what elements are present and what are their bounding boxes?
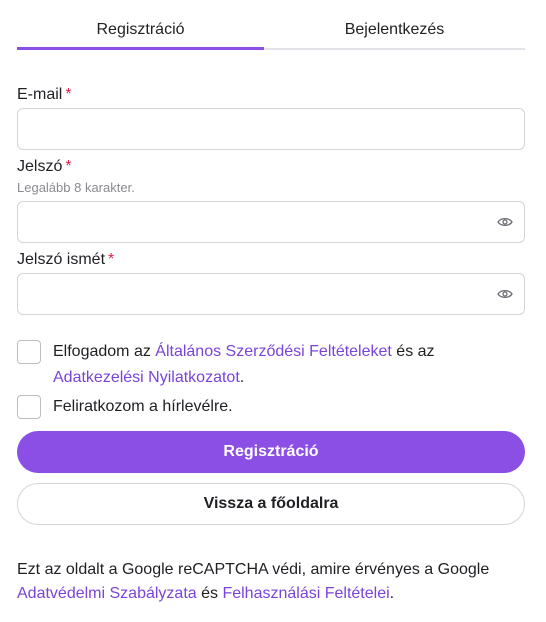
register-button[interactable]: Regisztráció [17, 431, 525, 473]
password-hint: Legalább 8 karakter. [17, 180, 135, 195]
terms-consent-text: Elfogadom az Általános Szerződési Feltét… [53, 339, 523, 391]
newsletter-checkbox[interactable] [17, 395, 41, 419]
eye-icon[interactable] [497, 289, 513, 299]
newsletter-label: Feliratkozom a hírlevélre. [53, 398, 233, 415]
terms-prefix: Elfogadom az [53, 343, 156, 360]
password-confirm-label-text: Jelszó ismét [17, 251, 106, 268]
google-terms-link[interactable]: Felhasználási Feltételei [222, 585, 389, 602]
password-confirm-field[interactable] [17, 273, 525, 315]
tab-login[interactable]: Bejelentkezés [264, 13, 525, 48]
email-label: E-mail * [17, 86, 72, 104]
eye-icon[interactable] [497, 217, 513, 227]
back-home-button[interactable]: Vissza a főoldalra [17, 483, 525, 525]
recaptcha-middle: és [196, 585, 223, 602]
privacy-link[interactable]: Adatkezelési Nyilatkozatot [53, 369, 240, 386]
password-label-text: Jelszó [17, 158, 63, 175]
auth-tabs: Regisztráció Bejelentkezés [17, 13, 525, 50]
required-mark: * [65, 158, 72, 175]
tab-register[interactable]: Regisztráció [17, 13, 264, 50]
terms-link[interactable]: Általános Szerződési Feltételeket [155, 343, 392, 360]
email-field[interactable] [17, 108, 525, 150]
terms-checkbox[interactable] [17, 340, 41, 364]
terms-middle: és az [391, 343, 435, 360]
password-field[interactable] [17, 201, 525, 243]
password-confirm-label: Jelszó ismét * [17, 251, 114, 269]
required-mark: * [65, 86, 72, 103]
terms-suffix: . [239, 369, 245, 386]
recaptcha-suffix: . [389, 585, 395, 602]
recaptcha-notice: Ezt az oldalt a Google reCAPTCHA védi, a… [17, 558, 527, 606]
required-mark: * [108, 251, 115, 268]
password-label: Jelszó * [17, 158, 72, 176]
recaptcha-prefix: Ezt az oldalt a Google reCAPTCHA védi, a… [17, 561, 490, 578]
google-privacy-link[interactable]: Adatvédelmi Szabályzata [17, 585, 197, 602]
email-label-text: E-mail [17, 86, 63, 103]
